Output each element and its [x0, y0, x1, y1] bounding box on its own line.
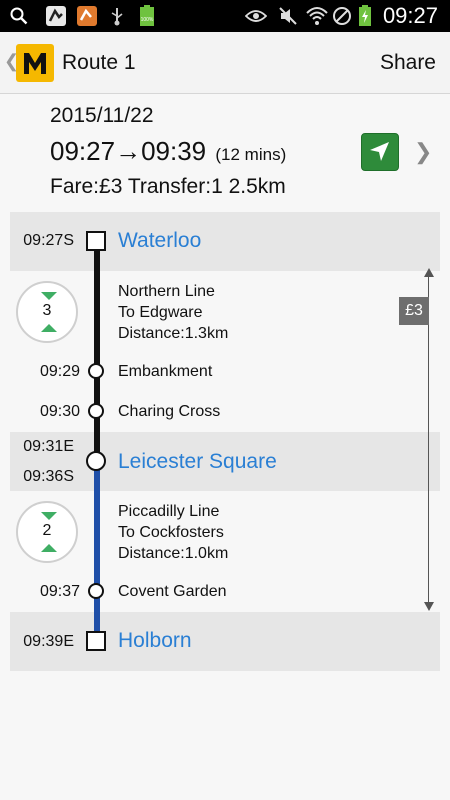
- navigation-button[interactable]: [361, 133, 399, 171]
- stop-name: Embankment: [118, 363, 213, 380]
- usb-icon: [107, 5, 127, 27]
- fare-badge: £3: [399, 297, 429, 325]
- stops-count-badge[interactable]: 3: [16, 281, 78, 343]
- end-station-band: [10, 612, 440, 671]
- end-station[interactable]: Holborn: [118, 629, 192, 653]
- navigation-arrow-icon: [370, 142, 389, 161]
- action-bar: ❮ Route 1 Share: [0, 32, 450, 94]
- line-name: Northern Line: [118, 283, 215, 300]
- start-node: [86, 231, 106, 251]
- clock-time: 09:27: [382, 3, 438, 28]
- transfer-node: [86, 451, 106, 471]
- end-node: [86, 631, 106, 651]
- start-time: 09:27S: [23, 232, 74, 249]
- transfer-station[interactable]: Leicester Square: [118, 450, 277, 474]
- stop-name: Covent Garden: [118, 583, 227, 600]
- expand-down-icon: [41, 292, 57, 300]
- fare-range-arrow-down-icon: [424, 602, 434, 611]
- stops-count: 3: [42, 302, 52, 319]
- leg1-info: Northern Line To Edgware Distance:1.3km: [118, 281, 228, 344]
- piccadilly-line-segment: [94, 462, 100, 634]
- app-notification-icon: [75, 5, 99, 27]
- battery-full-icon: 100%: [136, 5, 158, 27]
- stop-time: 09:30: [39, 403, 80, 420]
- line-direction: To Edgware: [118, 304, 203, 321]
- transfer-arrive-time: 09:31E: [23, 438, 74, 455]
- arrow-separator: →: [115, 136, 142, 166]
- battery-charging-icon: [356, 5, 374, 27]
- app-logo[interactable]: [16, 44, 54, 82]
- end-time: 09:39E: [23, 633, 74, 650]
- fare-transfer-distance: Fare:£3 Transfer:1 2.5km: [50, 175, 286, 198]
- page-title: Route 1: [62, 51, 136, 74]
- stops-count-badge[interactable]: 2: [16, 501, 78, 563]
- expand-up-icon: [41, 324, 57, 332]
- expand-down-icon: [41, 512, 57, 520]
- stop-time: 09:37: [39, 583, 80, 600]
- line-name: Piccadilly Line: [118, 503, 220, 520]
- stop-node: [88, 403, 104, 419]
- stop-node: [88, 363, 104, 379]
- start-station-band: [10, 212, 440, 271]
- leg-distance: Distance:1.3km: [118, 325, 229, 342]
- stop-time: 09:29: [39, 363, 80, 380]
- share-button[interactable]: Share: [380, 51, 436, 75]
- transfer-depart-time: 09:36S: [23, 468, 74, 485]
- start-station[interactable]: Waterloo: [118, 229, 201, 253]
- depart-time: 09:27: [50, 136, 116, 166]
- line-direction: To Cockfosters: [118, 524, 224, 541]
- fare-range-arrow-up-icon: [424, 268, 434, 277]
- eye-icon: [244, 5, 268, 27]
- status-bar: 100% 09:27: [0, 0, 450, 32]
- battery-level-text: 100%: [141, 17, 154, 23]
- mute-icon: [276, 5, 300, 27]
- leg-distance: Distance:1.0km: [118, 545, 229, 562]
- route-times: 09:27→09:39 (12 mins): [50, 136, 286, 167]
- chevron-right-icon[interactable]: ❯: [414, 139, 432, 165]
- leg2-info: Piccadilly Line To Cockfosters Distance:…: [118, 501, 228, 564]
- route-duration: (12 mins): [215, 145, 287, 164]
- stop-node: [88, 583, 104, 599]
- expand-up-icon: [41, 544, 57, 552]
- route-date: 2015/11/22: [50, 104, 154, 127]
- northern-line-segment: [94, 250, 100, 462]
- app-notification-icon: [44, 5, 68, 27]
- no-sim-icon: [331, 5, 353, 27]
- stops-count: 2: [42, 522, 52, 539]
- arrive-time: 09:39: [141, 136, 207, 166]
- search-icon: [8, 5, 30, 27]
- route-summary: 2015/11/22 09:27→09:39 (12 mins) Fare:£3…: [0, 95, 450, 210]
- stop-name: Charing Cross: [118, 403, 221, 420]
- wifi-icon: [304, 5, 330, 27]
